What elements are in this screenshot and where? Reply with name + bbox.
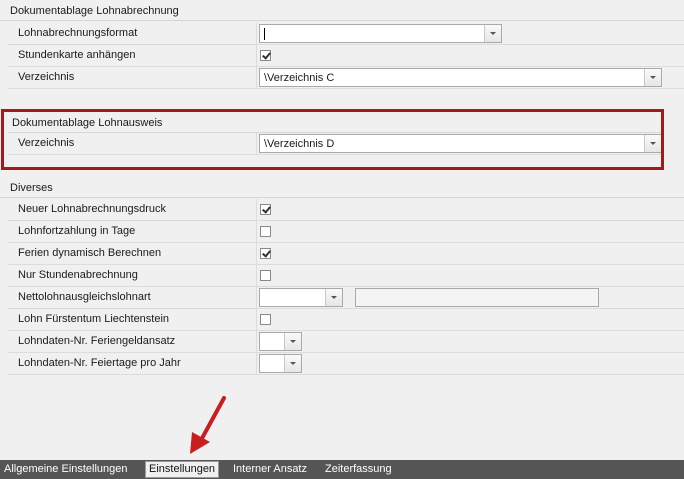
- section-header-lohnausweis: Dokumentablage Lohnausweis: [8, 112, 664, 133]
- row-nettolohnausgleich: Nettolohnausgleichslohnart: [8, 287, 684, 309]
- field-label: Stundenkarte anhängen: [18, 49, 136, 61]
- field-label: Lohndaten-Nr. Feriengeldansatz: [18, 335, 176, 347]
- row-verzeichnis-lohnausweis: Verzeichnis \Verzeichnis D: [8, 133, 664, 155]
- nettolohnausgleich-dropdown[interactable]: [259, 288, 343, 307]
- row-nur-stundenabrechnung: Nur Stundenabrechnung: [8, 265, 684, 287]
- section-header-lohnabrechnung: Dokumentablage Lohnabrechnung: [0, 0, 684, 21]
- row-verzeichnis-lohnabrechnung: Verzeichnis \Verzeichnis C: [8, 67, 684, 89]
- nur-stundenabrechnung-checkbox[interactable]: [260, 270, 271, 281]
- row-neuer-lohnabrechnungsdruck: Neuer Lohnabrechnungsdruck: [8, 199, 684, 221]
- row-lohnabrechnungsformat: Lohnabrechnungsformat: [8, 23, 684, 45]
- row-stundenkarte: Stundenkarte anhängen: [8, 45, 684, 67]
- dropdown-value: \Verzeichnis D: [264, 138, 335, 150]
- field-label: Neuer Lohnabrechnungsdruck: [18, 203, 166, 215]
- ferien-dynamisch-checkbox[interactable]: [260, 248, 271, 259]
- lohnabrechnungsformat-dropdown[interactable]: [259, 24, 502, 43]
- dropdown-value: \Verzeichnis C: [264, 72, 335, 84]
- chevron-down-icon[interactable]: [284, 355, 301, 372]
- chevron-down-icon[interactable]: [325, 289, 342, 306]
- bottom-tab-bar: Allgemeine Einstellungen Einstellungen I…: [0, 460, 684, 479]
- row-feriengeldansatz: Lohndaten-Nr. Feriengeldansatz: [8, 331, 684, 353]
- feriengeldansatz-dropdown[interactable]: [259, 332, 302, 351]
- tab-interner-ansatz[interactable]: Interner Ansatz: [233, 462, 307, 477]
- section-header-diverses: Diverses: [0, 177, 684, 198]
- chevron-down-icon[interactable]: [284, 333, 301, 350]
- nettolohnausgleich-description-field: [355, 288, 599, 307]
- field-label: Verzeichnis: [18, 137, 75, 149]
- text-caret: [264, 28, 265, 40]
- stundenkarte-checkbox[interactable]: [260, 50, 271, 61]
- verzeichnis-lohnausweis-dropdown[interactable]: \Verzeichnis D: [259, 134, 662, 153]
- field-label: Nur Stundenabrechnung: [18, 269, 138, 281]
- chevron-down-icon[interactable]: [644, 69, 661, 86]
- row-lohn-liechtenstein: Lohn Fürstentum Liechtenstein: [8, 309, 684, 331]
- tab-zeiterfassung[interactable]: Zeiterfassung: [325, 462, 392, 477]
- field-label: Lohndaten-Nr. Feiertage pro Jahr: [18, 357, 181, 369]
- section-title: Dokumentablage Lohnabrechnung: [10, 5, 179, 17]
- section-title: Dokumentablage Lohnausweis: [12, 117, 163, 129]
- field-label: Verzeichnis: [18, 71, 75, 83]
- field-label: Lohnfortzahlung in Tage: [18, 225, 136, 237]
- lohnfortzahlung-checkbox[interactable]: [260, 226, 271, 237]
- field-label: Lohn Fürstentum Liechtenstein: [18, 313, 170, 325]
- row-lohnfortzahlung: Lohnfortzahlung in Tage: [8, 221, 684, 243]
- row-ferien-dynamisch: Ferien dynamisch Berechnen: [8, 243, 684, 265]
- arrow-annotation-icon: [190, 396, 226, 454]
- feiertage-dropdown[interactable]: [259, 354, 302, 373]
- tab-allgemeine-einstellungen[interactable]: Allgemeine Einstellungen: [4, 462, 128, 477]
- tab-einstellungen[interactable]: Einstellungen: [145, 461, 220, 478]
- lohn-liechtenstein-checkbox[interactable]: [260, 314, 271, 325]
- field-label: Ferien dynamisch Berechnen: [18, 247, 162, 259]
- field-label: Nettolohnausgleichslohnart: [18, 291, 151, 303]
- neuer-lohnabrechnungsdruck-checkbox[interactable]: [260, 204, 271, 215]
- chevron-down-icon[interactable]: [644, 135, 661, 152]
- section-title: Diverses: [10, 182, 53, 194]
- row-feiertage: Lohndaten-Nr. Feiertage pro Jahr: [8, 353, 684, 375]
- field-label: Lohnabrechnungsformat: [18, 27, 138, 39]
- verzeichnis-dropdown[interactable]: \Verzeichnis C: [259, 68, 662, 87]
- chevron-down-icon[interactable]: [484, 25, 501, 42]
